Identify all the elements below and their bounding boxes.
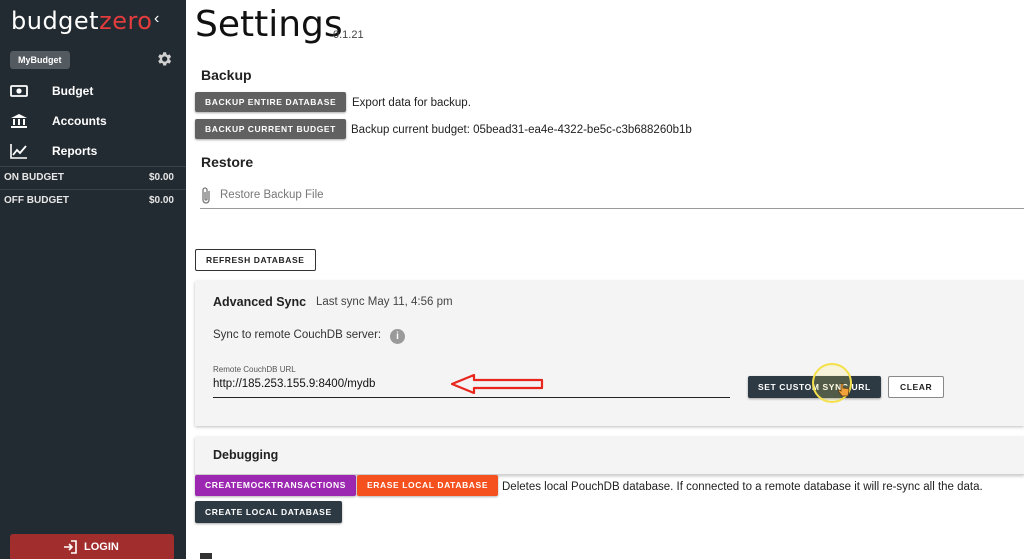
last-sync-text: Last sync May 11, 4:56 pm xyxy=(316,296,453,308)
logo-text-budget: budget xyxy=(11,7,100,35)
remote-url-value: http://185.253.155.9:8400/mydb xyxy=(213,378,376,390)
cropped-heading-fragment xyxy=(200,553,212,559)
paperclip-icon xyxy=(202,187,210,204)
login-label: LOGIN xyxy=(84,541,119,553)
account-group-name: OFF BUDGET xyxy=(4,195,69,206)
bank-icon xyxy=(11,114,27,128)
remote-url-label: Remote CouchDB URL xyxy=(213,365,296,374)
login-icon xyxy=(64,540,77,554)
sidebar-item-label: Budget xyxy=(52,84,94,98)
backup-heading: Backup xyxy=(201,67,252,83)
annotation-arrow-icon xyxy=(450,373,544,395)
sync-remote-label: Sync to remote CouchDB server: xyxy=(213,329,382,341)
chart-line-icon xyxy=(10,144,27,159)
advanced-sync-heading: Advanced Sync xyxy=(213,295,307,309)
erase-local-database-button[interactable]: ERASE LOCAL DATABASE xyxy=(357,475,499,496)
budget-selector[interactable]: MyBudget xyxy=(10,51,70,69)
create-mock-transactions-button[interactable]: CREATEMOCKTRANSACTIONS xyxy=(195,475,357,496)
sidebar-item-budget[interactable]: Budget xyxy=(0,77,186,105)
restore-file-input[interactable]: Restore Backup File xyxy=(200,184,1024,209)
backup-current-budget-button[interactable]: BACKUP CURRENT BUDGET xyxy=(195,119,346,139)
money-icon xyxy=(10,85,28,97)
account-group-balance: $0.00 xyxy=(148,172,174,183)
app-root: budgetzero ‹ MyBudget Budget Accounts Re… xyxy=(0,0,1024,559)
app-version: 0.1.21 xyxy=(333,29,364,41)
app-logo[interactable]: budgetzero xyxy=(11,7,152,35)
gear-icon[interactable] xyxy=(155,50,173,68)
restore-file-placeholder: Restore Backup File xyxy=(220,189,324,201)
page-title: Settings xyxy=(195,4,343,45)
hand-cursor-icon xyxy=(838,383,850,397)
restore-heading: Restore xyxy=(201,154,254,170)
login-button[interactable]: LOGIN xyxy=(10,534,174,559)
account-group-balance: $0.00 xyxy=(148,195,174,206)
account-group-name: ON BUDGET xyxy=(4,172,64,183)
backup-entire-database-description: Export data for backup. xyxy=(352,97,471,109)
advanced-sync-panel: Advanced Sync Last sync May 11, 4:56 pm … xyxy=(195,281,1024,426)
sidebar-item-reports[interactable]: Reports xyxy=(0,137,186,165)
debugging-heading: Debugging xyxy=(213,448,279,462)
sidebar-item-label: Accounts xyxy=(52,114,107,128)
info-icon[interactable]: i xyxy=(390,329,405,344)
logo-text-zero: zero xyxy=(99,7,153,35)
settings-main: Settings 0.1.21 Backup BACKUP ENTIRE DAT… xyxy=(186,0,1024,559)
account-group-on-budget[interactable]: ON BUDGET $0.00 xyxy=(0,166,186,189)
debugging-panel: Debugging xyxy=(195,437,1024,475)
clear-sync-url-button[interactable]: CLEAR xyxy=(888,376,945,398)
backup-current-budget-description: Backup current budget: 05bead31-ea4e-432… xyxy=(351,124,692,136)
erase-local-database-description: Deletes local PouchDB database. If conne… xyxy=(502,481,983,493)
sidebar-item-accounts[interactable]: Accounts xyxy=(0,107,186,135)
sidebar: budgetzero ‹ MyBudget Budget Accounts Re… xyxy=(0,0,186,559)
account-group-off-budget[interactable]: OFF BUDGET $0.00 xyxy=(0,189,186,212)
chevron-left-icon[interactable]: ‹ xyxy=(154,10,159,28)
sidebar-item-label: Reports xyxy=(52,144,98,158)
create-local-database-button[interactable]: CREATE LOCAL DATABASE xyxy=(195,501,342,523)
refresh-database-button[interactable]: REFRESH DATABASE xyxy=(195,249,316,271)
backup-entire-database-button[interactable]: BACKUP ENTIRE DATABASE xyxy=(195,92,347,112)
